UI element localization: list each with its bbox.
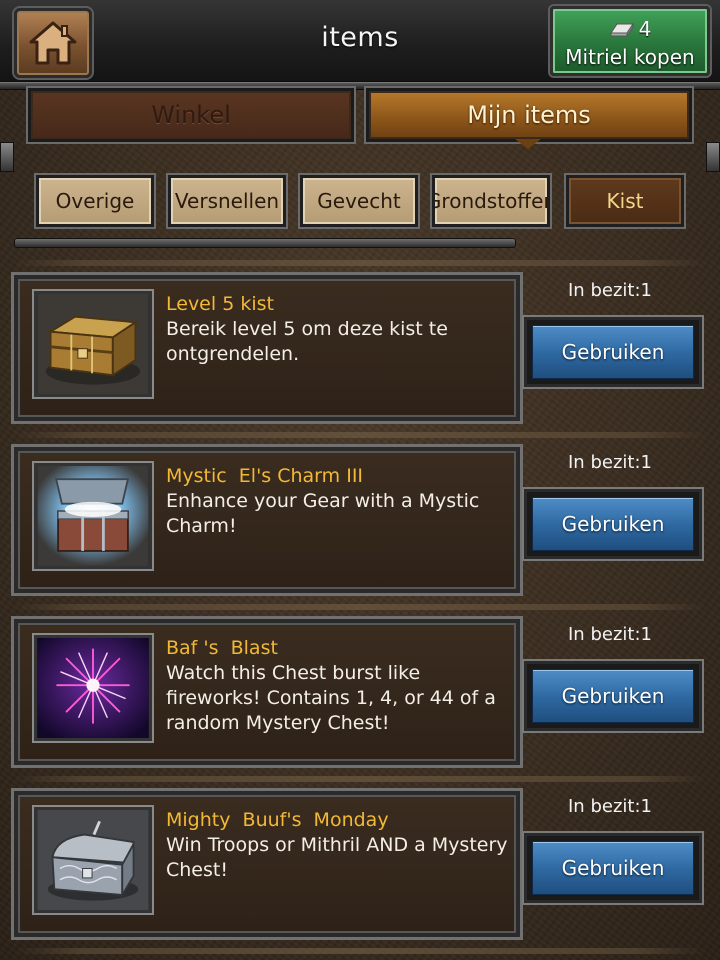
item-description: Win Troops or Mithril AND a Mystery Ches… [166, 834, 508, 881]
use-button[interactable]: Gebruiken [524, 833, 702, 903]
buy-mithril-button[interactable]: 4 Mitriel kopen [550, 6, 710, 76]
page-title: items [321, 22, 399, 53]
item-name: Mystic El's Charm III [166, 465, 364, 487]
item-owned-count: In bezit:1 [568, 796, 652, 817]
tab-mijn-items-label: Mijn items [467, 101, 591, 129]
row-divider [14, 776, 706, 782]
use-button[interactable]: Gebruiken [524, 489, 702, 559]
subtab-gevecht-label: Gevecht [317, 189, 401, 213]
use-button-label: Gebruiken [532, 841, 694, 895]
items-screen: items 4 Mitriel kopen Winkel Mijn items … [0, 0, 720, 960]
row-divider [14, 432, 706, 438]
subtab-underline [14, 238, 516, 248]
item-row-mighty-buufs-monday: Mighty Buuf's Monday Win Troops or Mithr… [14, 791, 520, 937]
active-tab-indicator [515, 139, 541, 149]
fireworks-icon [34, 635, 152, 741]
home-icon [29, 21, 77, 65]
subtab-grondstoffen-label: Grondstoffen [432, 189, 550, 213]
mithril-balance: 4 [553, 15, 707, 43]
tab-winkel[interactable]: Winkel [28, 88, 354, 142]
subtab-kist-label: Kist [606, 189, 644, 213]
item-row-mystic-els-charm: Mystic El's Charm III Enhance your Gear … [14, 447, 520, 593]
use-button[interactable]: Gebruiken [524, 317, 702, 387]
tab-winkel-label: Winkel [151, 101, 231, 129]
frame-bolt-left [0, 142, 14, 172]
item-description: Bereik level 5 om deze kist te ontgrende… [166, 318, 448, 365]
item-row-level-5-kist: Level 5 kist Bereik level 5 om deze kist… [14, 275, 520, 421]
item-owned-count: In bezit:1 [568, 280, 652, 301]
subtab-overige-label: Overige [55, 189, 135, 213]
silver-chest-icon [34, 807, 152, 913]
item-description: Watch this Chest burst like fireworks! C… [166, 662, 496, 734]
subtab-versnellen[interactable]: Versnellen [168, 175, 286, 227]
frame-bolt-right [706, 142, 720, 172]
glowing-open-chest-icon [34, 463, 152, 569]
mithril-count: 4 [638, 17, 652, 41]
use-button-label: Gebruiken [532, 669, 694, 723]
subtab-versnellen-label: Versnellen [174, 189, 280, 213]
item-row-bafs-blast: Baf 's Blast Watch this Chest burst like… [14, 619, 520, 765]
subtab-overige[interactable]: Overige [36, 175, 154, 227]
subtab-gevecht[interactable]: Gevecht [300, 175, 418, 227]
item-name: Baf 's Blast [166, 637, 278, 659]
item-name: Level 5 kist [166, 293, 274, 315]
row-divider [14, 604, 706, 610]
tab-mijn-items[interactable]: Mijn items [366, 88, 692, 142]
use-button[interactable]: Gebruiken [524, 661, 702, 731]
row-divider [14, 948, 706, 954]
row-divider [14, 260, 706, 266]
home-button[interactable] [14, 8, 92, 78]
use-button-label: Gebruiken [532, 497, 694, 551]
use-button-label: Gebruiken [532, 325, 694, 379]
subtab-grondstoffen[interactable]: Grondstoffen [432, 175, 550, 227]
mithril-ingot-icon [609, 22, 634, 37]
subtab-kist[interactable]: Kist [566, 175, 684, 227]
buy-mithril-label: Mitriel kopen [565, 45, 695, 69]
item-description: Enhance your Gear with a Mystic Charm! [166, 490, 480, 537]
item-name: Mighty Buuf's Monday [166, 809, 389, 831]
item-owned-count: In bezit:1 [568, 452, 652, 473]
golden-chest-icon [34, 291, 152, 397]
item-owned-count: In bezit:1 [568, 624, 652, 645]
